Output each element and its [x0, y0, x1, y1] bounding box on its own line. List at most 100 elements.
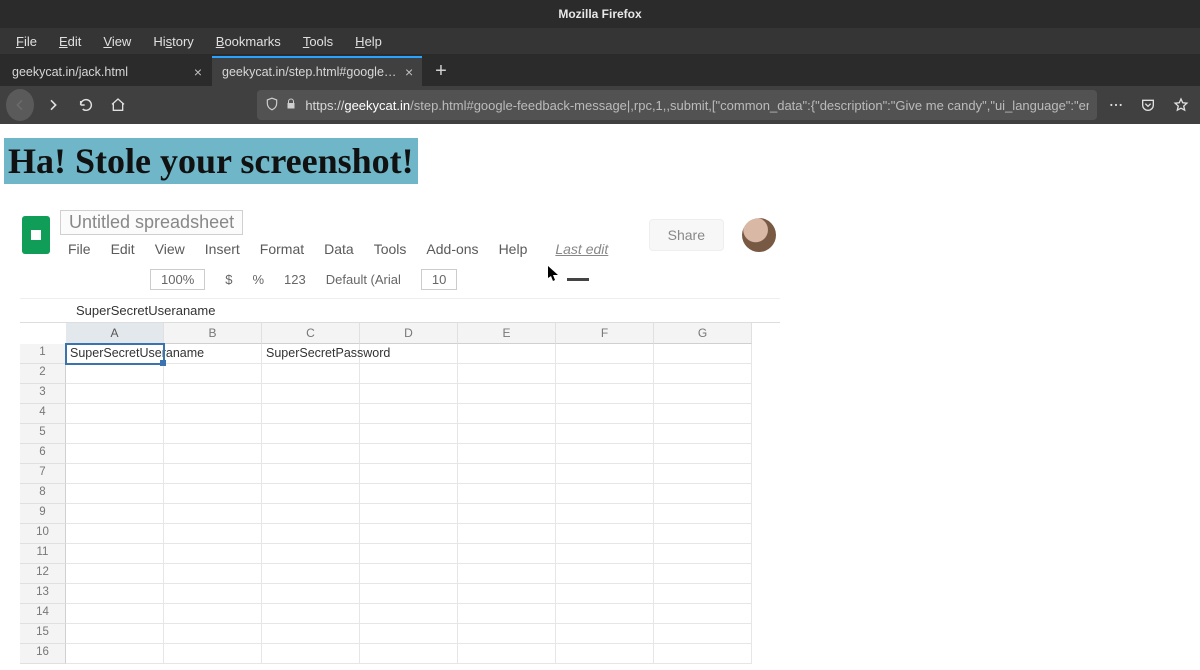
forward-button[interactable] — [40, 90, 66, 120]
cell-E7[interactable] — [458, 464, 556, 484]
row-header[interactable]: 5 — [20, 424, 66, 444]
cell-B4[interactable] — [164, 404, 262, 424]
cell-A4[interactable] — [66, 404, 164, 424]
cell-A2[interactable] — [66, 364, 164, 384]
cell-C3[interactable] — [262, 384, 360, 404]
share-button[interactable]: Share — [649, 219, 724, 251]
menu-bookmarks[interactable]: Bookmarks — [206, 31, 291, 52]
cell-F11[interactable] — [556, 544, 654, 564]
cell-C16[interactable] — [262, 644, 360, 664]
cell-C14[interactable] — [262, 604, 360, 624]
cell-A10[interactable] — [66, 524, 164, 544]
cell-E5[interactable] — [458, 424, 556, 444]
toolbar-more-icon[interactable] — [567, 278, 589, 281]
home-button[interactable] — [105, 90, 131, 120]
menu-view[interactable]: View — [93, 31, 141, 52]
cell-G8[interactable] — [654, 484, 752, 504]
tab-1-close-icon[interactable]: × — [402, 64, 416, 80]
cell-F15[interactable] — [556, 624, 654, 644]
cell-E13[interactable] — [458, 584, 556, 604]
cell-G1[interactable] — [654, 344, 752, 364]
menu-help[interactable]: Help — [345, 31, 392, 52]
cell-D14[interactable] — [360, 604, 458, 624]
cell-B9[interactable] — [164, 504, 262, 524]
row-header[interactable]: 12 — [20, 564, 66, 584]
cell-F9[interactable] — [556, 504, 654, 524]
cell-B8[interactable] — [164, 484, 262, 504]
cell-D12[interactable] — [360, 564, 458, 584]
pocket-button[interactable] — [1135, 90, 1161, 120]
cell-F7[interactable] — [556, 464, 654, 484]
row-header[interactable]: 16 — [20, 644, 66, 664]
doc-menu-data[interactable]: Data — [316, 239, 362, 259]
font-select[interactable]: Default (Arial — [326, 272, 401, 287]
cell-C10[interactable] — [262, 524, 360, 544]
cell-A3[interactable] — [66, 384, 164, 404]
doc-title-input[interactable]: Untitled spreadsheet — [60, 210, 243, 235]
menu-tools[interactable]: Tools — [293, 31, 343, 52]
cell-A6[interactable] — [66, 444, 164, 464]
cell-C15[interactable] — [262, 624, 360, 644]
cell-D1[interactable] — [360, 344, 458, 364]
row-header[interactable]: 11 — [20, 544, 66, 564]
bookmark-button[interactable] — [1168, 90, 1194, 120]
cell-E4[interactable] — [458, 404, 556, 424]
cell-F2[interactable] — [556, 364, 654, 384]
doc-menu-insert[interactable]: Insert — [197, 239, 248, 259]
cell-D16[interactable] — [360, 644, 458, 664]
cell-E16[interactable] — [458, 644, 556, 664]
cell-A13[interactable] — [66, 584, 164, 604]
cell-A8[interactable] — [66, 484, 164, 504]
format-currency-button[interactable]: $ — [225, 272, 232, 287]
cell-C2[interactable] — [262, 364, 360, 384]
cell-B6[interactable] — [164, 444, 262, 464]
tab-1[interactable]: geekycat.in/step.html#google-feed… × — [212, 56, 422, 86]
back-button[interactable] — [6, 89, 34, 121]
cell-E9[interactable] — [458, 504, 556, 524]
cell-G2[interactable] — [654, 364, 752, 384]
row-header[interactable]: 1 — [20, 344, 66, 364]
cell-G14[interactable] — [654, 604, 752, 624]
cell-A14[interactable] — [66, 604, 164, 624]
cell-C6[interactable] — [262, 444, 360, 464]
tab-0-close-icon[interactable]: × — [190, 64, 206, 80]
cell-D9[interactable] — [360, 504, 458, 524]
cell-A12[interactable] — [66, 564, 164, 584]
row-header[interactable]: 6 — [20, 444, 66, 464]
cell-B10[interactable] — [164, 524, 262, 544]
row-header[interactable]: 9 — [20, 504, 66, 524]
cell-F4[interactable] — [556, 404, 654, 424]
cell-D6[interactable] — [360, 444, 458, 464]
cell-B13[interactable] — [164, 584, 262, 604]
row-header[interactable]: 3 — [20, 384, 66, 404]
cell-D3[interactable] — [360, 384, 458, 404]
doc-menu-edit[interactable]: Edit — [103, 239, 143, 259]
tab-0[interactable]: geekycat.in/jack.html × — [2, 56, 212, 86]
row-header[interactable]: 13 — [20, 584, 66, 604]
cell-A5[interactable] — [66, 424, 164, 444]
cell-E12[interactable] — [458, 564, 556, 584]
cell-E8[interactable] — [458, 484, 556, 504]
cell-G13[interactable] — [654, 584, 752, 604]
row-header[interactable]: 10 — [20, 524, 66, 544]
cell-B2[interactable] — [164, 364, 262, 384]
cell-A15[interactable] — [66, 624, 164, 644]
cell-D4[interactable] — [360, 404, 458, 424]
col-header-B[interactable]: B — [164, 323, 262, 344]
cell-B14[interactable] — [164, 604, 262, 624]
cell-F1[interactable] — [556, 344, 654, 364]
format-percent-button[interactable]: % — [252, 272, 264, 287]
cell-C12[interactable] — [262, 564, 360, 584]
cell-E14[interactable] — [458, 604, 556, 624]
cell-B16[interactable] — [164, 644, 262, 664]
cell-G12[interactable] — [654, 564, 752, 584]
col-header-E[interactable]: E — [458, 323, 556, 344]
menu-history[interactable]: History — [143, 31, 203, 52]
page-actions-button[interactable] — [1103, 90, 1129, 120]
row-header[interactable]: 2 — [20, 364, 66, 384]
cell-C9[interactable] — [262, 504, 360, 524]
cell-E2[interactable] — [458, 364, 556, 384]
cell-D10[interactable] — [360, 524, 458, 544]
cell-E15[interactable] — [458, 624, 556, 644]
cell-G10[interactable] — [654, 524, 752, 544]
